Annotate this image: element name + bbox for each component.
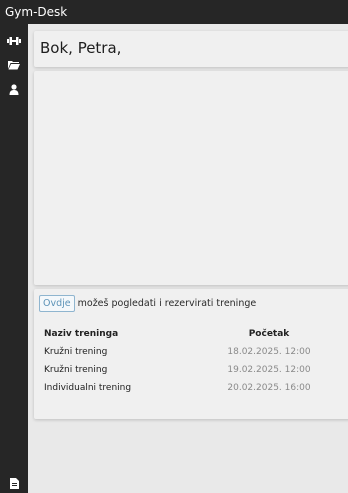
ovdje-link[interactable]: Ovdje: [39, 295, 75, 312]
top-bar: Gym-Desk: [0, 0, 348, 24]
trainings-intro-text: možeš pogledati i rezervirati treninge: [77, 298, 257, 309]
trainings-intro: Ovdje možeš pogledati i rezervirati tren…: [39, 295, 256, 312]
training-name: Individualni trening: [44, 383, 132, 393]
empty-panel: [34, 71, 348, 285]
table-row[interactable]: Individualni trening 20.02.2025. 16:00: [44, 379, 329, 397]
folder-icon[interactable]: [0, 58, 28, 72]
app-title: Gym-Desk: [5, 5, 68, 19]
greeting-card: Bok, Petra,: [34, 31, 348, 67]
training-start: 18.02.2025. 12:00: [227, 347, 311, 357]
table-row[interactable]: Kružni trening 19.02.2025. 12:00: [44, 361, 329, 379]
greeting-text: Bok, Petra,: [40, 39, 122, 57]
training-name: Kružni trening: [44, 347, 108, 357]
dumbbell-icon[interactable]: [0, 34, 28, 48]
training-start: 19.02.2025. 12:00: [227, 365, 311, 375]
table-header-row: Naziv treninga Početak: [44, 325, 329, 343]
main-content: Bok, Petra, Ovdje možeš pogledati i reze…: [28, 24, 348, 493]
trainings-card: Ovdje možeš pogledati i rezervirati tren…: [34, 289, 348, 419]
user-icon[interactable]: [0, 82, 28, 96]
training-name: Kružni trening: [44, 365, 108, 375]
sidebar: [0, 24, 28, 493]
table-row[interactable]: Kružni trening 18.02.2025. 12:00: [44, 343, 329, 361]
training-start: 20.02.2025. 16:00: [227, 383, 311, 393]
document-icon[interactable]: [0, 476, 28, 490]
trainings-table: Naziv treninga Početak Kružni trening 18…: [44, 325, 329, 397]
column-header-name: Naziv treninga: [44, 329, 119, 339]
column-header-start: Početak: [248, 329, 290, 339]
